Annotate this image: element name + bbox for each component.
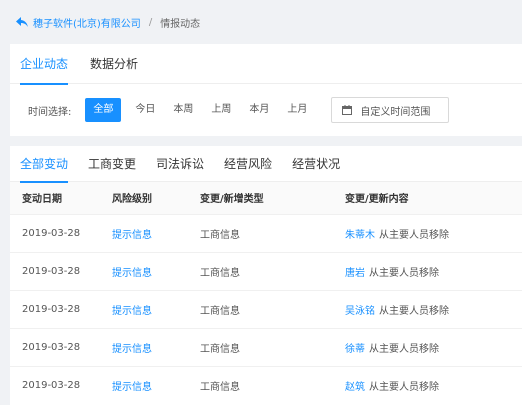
cell-change-content: 唐岩 从主要人员移除	[333, 251, 522, 290]
top-tabs: 企业动态 数据分析	[10, 44, 522, 85]
change-description: 从主要人员移除	[369, 343, 439, 355]
column-header-change-type: 变更/新增类型	[188, 182, 333, 214]
tab-business-changes[interactable]: 工商变更	[88, 146, 136, 182]
tab-all-changes[interactable]: 全部变动	[20, 146, 69, 183]
change-description: 从主要人员移除	[369, 267, 439, 279]
calendar-icon	[342, 105, 353, 115]
breadcrumb-current: 情报动态	[160, 18, 201, 30]
person-link[interactable]: 赵筑	[345, 382, 365, 393]
tab-operating-status[interactable]: 经营状况	[292, 146, 340, 182]
person-link[interactable]: 朱蒂木	[345, 230, 375, 241]
breadcrumb-company-label: 穗子软件(北京)有限公司	[33, 18, 141, 30]
tab-judicial-litigation[interactable]: 司法诉讼	[156, 146, 204, 182]
person-link[interactable]: 徐蒂	[345, 344, 365, 355]
time-option-all[interactable]: 全部	[85, 98, 122, 122]
risk-level-link[interactable]: 提示信息	[112, 382, 152, 393]
changes-card: 全部变动 工商变更 司法诉讼 经营风险 经营状况 变动日期 风险级别 变更/新增…	[10, 146, 522, 405]
table-row: 2019-03-28 提示信息 工商信息 徐蒂 从主要人员移除	[10, 327, 522, 366]
cell-date: 2019-03-28	[10, 251, 100, 290]
tab-data-analysis[interactable]: 数据分析	[90, 44, 138, 84]
time-option-this-month[interactable]: 本月	[241, 98, 277, 122]
column-header-date: 变动日期	[10, 182, 100, 214]
cell-change-type: 工商信息	[188, 213, 333, 252]
breadcrumb-separator: /	[148, 16, 153, 28]
cell-change-content: 吴泳铭 从主要人员移除	[333, 289, 522, 328]
cell-date: 2019-03-28	[10, 213, 100, 252]
cell-date: 2019-03-28	[10, 289, 100, 328]
cell-change-type: 工商信息	[188, 289, 333, 328]
cell-change-content: 朱蒂木 从主要人员移除	[333, 213, 522, 252]
cell-change-type: 工商信息	[188, 251, 333, 290]
breadcrumb-company-link[interactable]: 穗子软件(北京)有限公司	[16, 15, 141, 30]
risk-level-link[interactable]: 提示信息	[112, 306, 152, 317]
breadcrumb: 穗子软件(北京)有限公司 / 情报动态	[0, 0, 522, 44]
cell-change-content: 徐蒂 从主要人员移除	[333, 327, 522, 366]
table-header-row: 变动日期 风险级别 变更/新增类型 变更/更新内容	[10, 182, 522, 214]
column-header-change-content: 变更/更新内容	[333, 182, 522, 214]
cell-change-type: 工商信息	[188, 327, 333, 366]
filter-card: 企业动态 数据分析 时间选择: 全部 今日 本周 上周 本月 上月 自定义时间范…	[10, 44, 522, 136]
change-description: 从主要人员移除	[369, 381, 439, 393]
person-link[interactable]: 唐岩	[345, 268, 365, 279]
time-option-last-week[interactable]: 上周	[203, 98, 239, 122]
tab-company-news[interactable]: 企业动态	[20, 44, 69, 85]
tab-operational-risk[interactable]: 经营风险	[224, 146, 272, 182]
table-row: 2019-03-28 提示信息 工商信息 赵筑 从主要人员移除	[10, 365, 522, 404]
custom-date-range-button[interactable]: 自定义时间范围	[331, 97, 450, 123]
table-row: 2019-03-28 提示信息 工商信息 唐岩 从主要人员移除	[10, 251, 522, 290]
change-description: 从主要人员移除	[379, 305, 449, 317]
column-header-risk-level: 风险级别	[100, 182, 188, 214]
changes-table: 变动日期 风险级别 变更/新增类型 变更/更新内容 2019-03-28 提示信…	[10, 182, 522, 404]
risk-level-link[interactable]: 提示信息	[112, 344, 152, 355]
time-option-this-week[interactable]: 本周	[165, 98, 201, 122]
cell-change-type: 工商信息	[188, 365, 333, 404]
custom-date-range-label: 自定义时间范围	[360, 106, 431, 118]
table-row: 2019-03-28 提示信息 工商信息 朱蒂木 从主要人员移除	[10, 213, 522, 252]
risk-level-link[interactable]: 提示信息	[112, 230, 152, 241]
person-link[interactable]: 吴泳铭	[345, 306, 375, 317]
risk-level-link[interactable]: 提示信息	[112, 268, 152, 279]
change-type-tabs: 全部变动 工商变更 司法诉讼 经营风险 经营状况	[10, 146, 522, 183]
cell-change-content: 赵筑 从主要人员移除	[333, 365, 522, 404]
table-row: 2019-03-28 提示信息 工商信息 吴泳铭 从主要人员移除	[10, 289, 522, 328]
cell-date: 2019-03-28	[10, 365, 100, 404]
change-description: 从主要人员移除	[379, 229, 449, 241]
cell-date: 2019-03-28	[10, 327, 100, 366]
time-option-last-month[interactable]: 上月	[279, 98, 315, 122]
time-filter-row: 时间选择: 全部 今日 本周 上周 本月 上月 自定义时间范围	[10, 84, 522, 136]
time-filter-label: 时间选择:	[28, 106, 72, 118]
back-arrow-icon	[16, 17, 28, 27]
time-option-today[interactable]: 今日	[127, 98, 163, 122]
